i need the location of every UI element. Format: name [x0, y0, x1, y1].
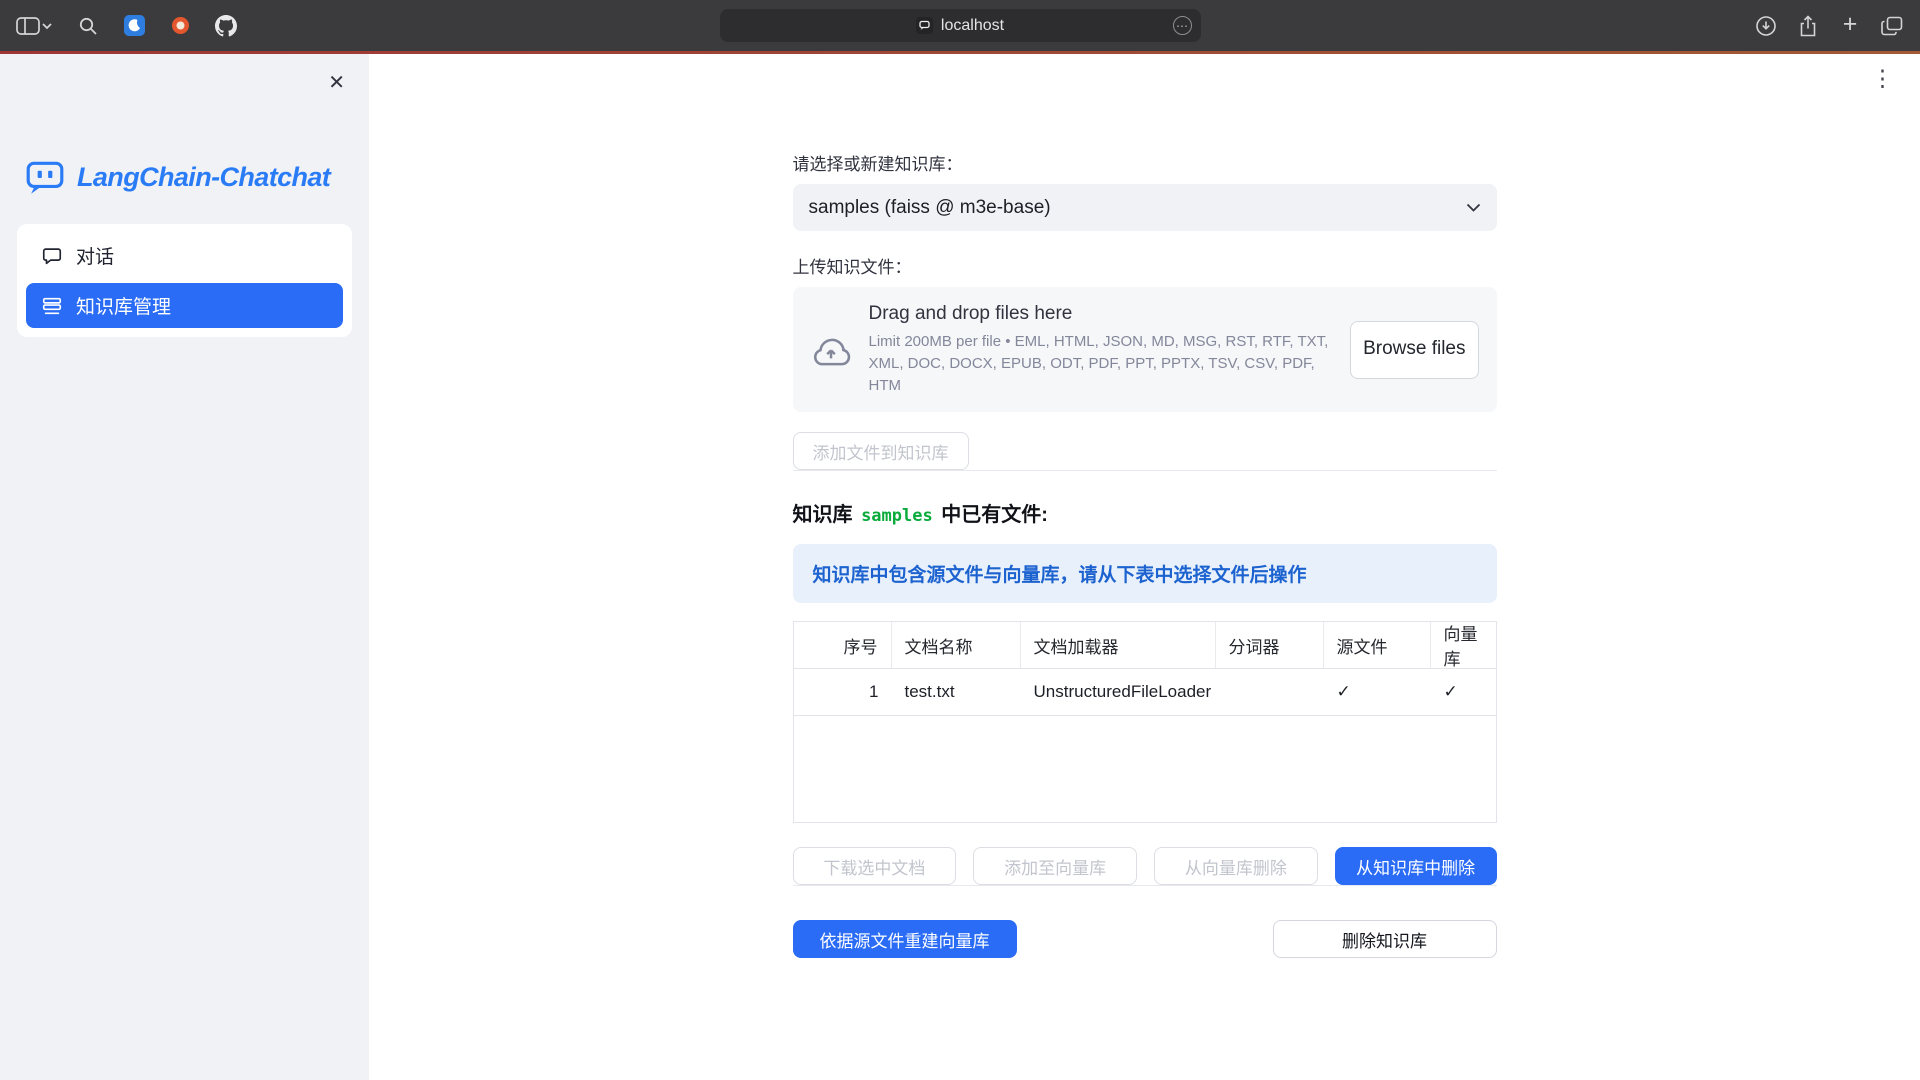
upload-label: 上传知识文件：: [793, 253, 1497, 278]
cloud-upload-icon: [811, 334, 851, 366]
table-empty-area: [794, 716, 1496, 822]
add-to-vectorstore-button[interactable]: 添加至向量库: [973, 847, 1137, 885]
downloads-icon[interactable]: [1754, 13, 1778, 39]
chevron-down-icon: [1466, 203, 1481, 212]
toolbar-right-group: +: [1754, 13, 1904, 39]
browse-files-button[interactable]: Browse files: [1350, 321, 1478, 379]
site-favicon: [916, 17, 933, 34]
sidebar-item-label: 知识库管理: [76, 292, 171, 319]
address-text: localhost: [941, 17, 1004, 35]
divider: [793, 470, 1497, 471]
file-dropzone[interactable]: Drag and drop files here Limit 200MB per…: [793, 287, 1497, 412]
extension-orange-icon[interactable]: [168, 13, 192, 39]
share-icon[interactable]: [1796, 13, 1820, 39]
table-header-loader[interactable]: 文档加载器: [1021, 622, 1216, 668]
sidebar-close-icon[interactable]: ✕: [324, 66, 349, 99]
download-selected-button[interactable]: 下载选中文档: [793, 847, 957, 885]
kb-selected-value: samples (faiss @ m3e-base): [809, 197, 1051, 219]
sidebar-chevron-icon[interactable]: [40, 13, 54, 39]
delete-kb-button[interactable]: 删除知识库: [1273, 920, 1497, 958]
heading-kb-name-code: samples: [858, 506, 936, 526]
kb-selectbox[interactable]: samples (faiss @ m3e-base): [793, 184, 1497, 231]
kb-files-heading: 知识库 samples 中已有文件:: [793, 498, 1497, 527]
app-logo: LangChain-Chatchat: [24, 156, 369, 198]
sidebar-menu: 对话 知识库管理: [17, 224, 352, 337]
kb-select-label: 请选择或新建知识库：: [793, 150, 1497, 175]
kb-files-table: 序号 文档名称 文档加载器 分词器 源文件 向量库 1 test.txt Uns…: [793, 621, 1497, 823]
dropzone-text: Drag and drop files here Limit 200MB per…: [869, 303, 1333, 396]
sidebar: ✕ LangChain-Chatchat: [0, 54, 369, 1080]
table-header-splitter[interactable]: 分词器: [1216, 622, 1324, 668]
screen: localhost ⋯ + ✕: [0, 0, 1920, 1080]
new-tab-icon[interactable]: +: [1838, 11, 1862, 37]
dropzone-title: Drag and drop files here: [869, 303, 1333, 325]
rebuild-vectorstore-button[interactable]: 依据源文件重建向量库: [793, 920, 1017, 958]
sidebar-item-label: 对话: [76, 242, 114, 269]
sidebar-item-knowledge-base[interactable]: 知识库管理: [26, 283, 343, 328]
toolbar-left-group: [16, 13, 238, 39]
remove-from-vectorstore-button[interactable]: 从向量库删除: [1154, 847, 1318, 885]
table-header-row: 序号 文档名称 文档加载器 分词器 源文件 向量库: [794, 622, 1496, 669]
cell-index: 1: [794, 669, 892, 715]
table-header-source-file[interactable]: 源文件: [1324, 622, 1431, 668]
table-header-vector-store[interactable]: 向量库: [1431, 622, 1496, 668]
page-body: ✕ LangChain-Chatchat: [0, 54, 1920, 1080]
cell-splitter: [1216, 669, 1324, 715]
info-banner: 知识库中包含源文件与向量库，请从下表中选择文件后操作: [793, 544, 1497, 603]
table-action-buttons: 下载选中文档 添加至向量库 从向量库删除 从知识库中删除: [793, 847, 1497, 885]
address-bar[interactable]: localhost ⋯: [720, 9, 1201, 42]
search-icon[interactable]: [76, 13, 100, 39]
bottom-buttons: 依据源文件重建向量库 删除知识库: [793, 920, 1497, 958]
cell-vector-store-check: ✓: [1431, 669, 1496, 715]
table-header-index[interactable]: 序号: [794, 622, 892, 668]
knowledge-base-icon: [41, 295, 63, 317]
table-header-doc-name[interactable]: 文档名称: [892, 622, 1021, 668]
browser-toolbar: localhost ⋯ +: [0, 0, 1920, 51]
app-menu-kebab-icon[interactable]: ⋮: [1865, 64, 1900, 93]
divider: [793, 885, 1497, 886]
page-settings-icon[interactable]: ⋯: [1173, 16, 1192, 35]
content-column: 请选择或新建知识库： samples (faiss @ m3e-base) 上传…: [793, 54, 1497, 958]
heading-suffix: 中已有文件:: [941, 504, 1048, 526]
tab-overview-icon[interactable]: [1880, 13, 1904, 39]
app-logo-text: LangChain-Chatchat: [77, 162, 330, 193]
cell-loader: UnstructuredFileLoader: [1021, 669, 1216, 715]
chat-bubble-icon: [41, 245, 63, 267]
table-row[interactable]: 1 test.txt UnstructuredFileLoader ✓ ✓: [794, 669, 1496, 716]
dropzone-limit-text: Limit 200MB per file • EML, HTML, JSON, …: [869, 331, 1333, 396]
main-content: ⋮ 请选择或新建知识库： samples (faiss @ m3e-base) …: [369, 54, 1920, 1080]
sidebar-toggle-icon[interactable]: [16, 13, 40, 39]
cell-doc-name: test.txt: [892, 669, 1021, 715]
add-files-to-kb-button[interactable]: 添加文件到知识库: [793, 432, 969, 470]
github-extension-icon[interactable]: [214, 13, 238, 39]
extension-blue-icon[interactable]: [122, 13, 146, 39]
cell-source-file-check: ✓: [1324, 669, 1431, 715]
delete-from-kb-button[interactable]: 从知识库中删除: [1335, 847, 1497, 885]
app-logo-icon: [24, 156, 66, 198]
heading-prefix: 知识库: [793, 504, 853, 526]
sidebar-item-dialogue[interactable]: 对话: [26, 233, 343, 278]
